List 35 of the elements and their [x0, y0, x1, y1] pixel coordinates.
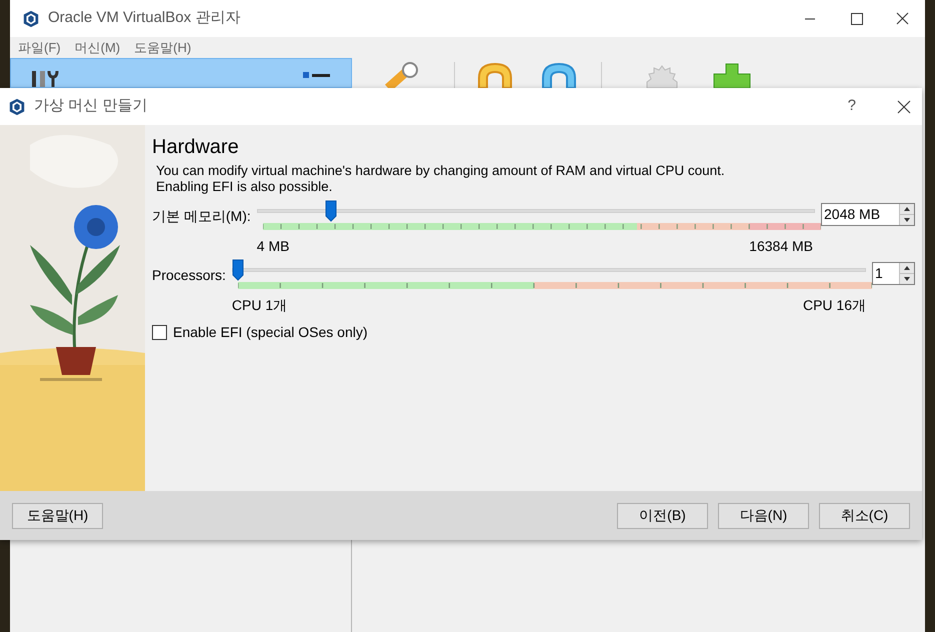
checkbox-label: Enable EFI (special OSes only): [173, 323, 368, 342]
min-label: 4 MB: [256, 237, 290, 256]
slider[interactable]: [232, 259, 866, 281]
memory-label: 기본 메모리(M):: [152, 207, 251, 226]
arch-icon[interactable]: [475, 62, 515, 88]
max-label: 16384 MB: [749, 237, 813, 256]
plus-icon[interactable]: [712, 62, 752, 88]
help-mark[interactable]: ?: [848, 95, 856, 118]
spin-box[interactable]: 2048 MB: [821, 203, 915, 226]
dialog-button[interactable]: 이전(B): [617, 502, 708, 528]
dialog-button[interactable]: 도움말(H): [12, 502, 103, 528]
dialog-button[interactable]: 취소(C): [819, 502, 910, 528]
description: You can modify virtual machine's hardware by changing amount of RAM and virtual CPU count. Enabling EFI is also possible.: [156, 163, 726, 195]
slider-thumb[interactable]: [232, 259, 244, 281]
dialog-button[interactable]: 다음(N): [718, 502, 809, 528]
window-title: Oracle VM VirtualBox 관리자: [48, 8, 240, 28]
dialog-title: 가상 머신 만들기: [34, 96, 148, 116]
min-label: CPU 1개: [232, 296, 288, 315]
checkbox[interactable]: [152, 325, 167, 340]
menu-item[interactable]: 도움말(H): [134, 38, 192, 58]
spin-box[interactable]: 1: [872, 262, 915, 285]
slider[interactable]: [256, 200, 815, 222]
processors-label: Processors:: [152, 266, 226, 285]
arch-icon[interactable]: [539, 62, 579, 88]
menu-item[interactable]: 머신(M): [74, 38, 120, 58]
slider-thumb[interactable]: [325, 200, 338, 222]
menu-item[interactable]: 파일(F): [18, 38, 61, 58]
cube-icon: [8, 98, 26, 116]
cube-icon: [22, 10, 40, 28]
spin-value: 2048 MB: [823, 205, 882, 224]
max-label: CPU 16개: [802, 296, 866, 315]
page-heading: Hardware: [152, 135, 240, 160]
tools-item[interactable]: [10, 58, 352, 88]
spin-value: 1: [874, 264, 884, 283]
close-icon[interactable]: [896, 98, 912, 114]
